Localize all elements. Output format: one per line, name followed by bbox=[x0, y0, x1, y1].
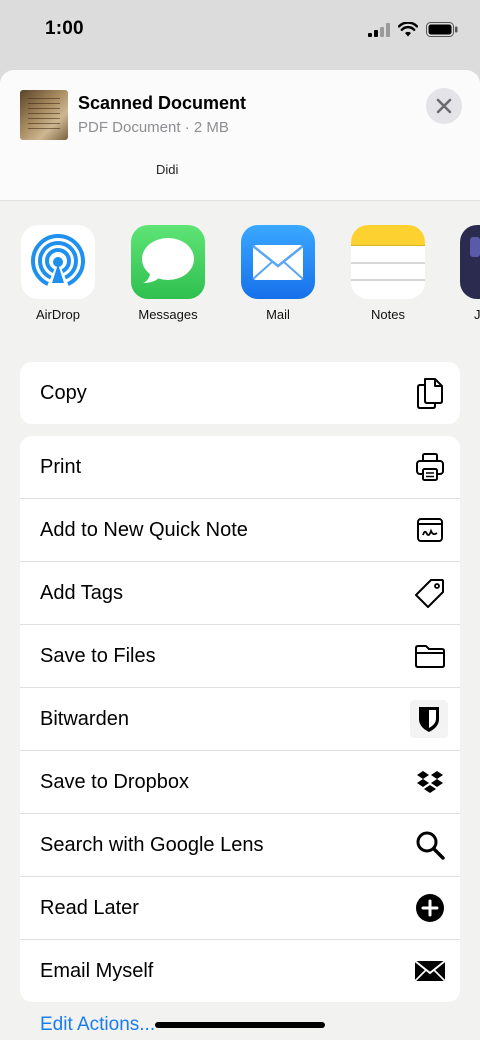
document-title: Scanned Document bbox=[78, 93, 247, 113]
notes-icon bbox=[351, 225, 425, 299]
action-label: Read Later bbox=[40, 896, 139, 919]
document-thumbnail bbox=[20, 90, 68, 140]
cellular-signal-icon bbox=[368, 22, 390, 37]
app-partial[interactable]: J bbox=[460, 225, 480, 322]
messages-icon bbox=[131, 225, 205, 299]
app-label: Notes bbox=[371, 307, 405, 322]
action-label: Save to Files bbox=[40, 644, 156, 667]
document-subtitle: PDF Document · 2 MB bbox=[78, 119, 229, 136]
share-sheet: Scanned Document PDF Document · 2 MB Did… bbox=[0, 70, 480, 1040]
close-icon bbox=[436, 98, 452, 114]
mail-icon bbox=[241, 225, 315, 299]
action-label: Email Myself bbox=[40, 959, 154, 982]
action-label: Bitwarden bbox=[40, 707, 129, 730]
app-icon bbox=[460, 225, 480, 299]
copy-icon bbox=[414, 377, 446, 409]
wifi-icon bbox=[398, 22, 418, 37]
envelope-icon bbox=[414, 955, 446, 987]
folder-icon bbox=[414, 640, 446, 672]
app-label: Mail bbox=[266, 307, 290, 322]
dropbox-icon bbox=[414, 766, 446, 798]
app-label: J bbox=[474, 307, 480, 322]
printer-icon bbox=[414, 451, 446, 483]
app-label: AirDrop bbox=[35, 307, 81, 322]
action-label: Add to New Quick Note bbox=[40, 518, 248, 541]
tag-icon bbox=[414, 577, 446, 609]
action-add-tags[interactable]: Add Tags bbox=[20, 562, 460, 625]
plus-circle-icon bbox=[414, 892, 446, 924]
airdrop-icon bbox=[21, 225, 95, 299]
action-save-to-files[interactable]: Save to Files bbox=[20, 625, 460, 688]
app-airdrop[interactable]: AirDrop bbox=[20, 225, 96, 322]
status-time: 1:00 bbox=[45, 18, 84, 39]
action-read-later[interactable]: Read Later bbox=[20, 877, 460, 940]
status-bar: 1:00 bbox=[0, 0, 480, 62]
battery-icon bbox=[426, 22, 458, 37]
actions-group-copy: Copy bbox=[20, 362, 460, 424]
search-icon bbox=[414, 829, 446, 861]
action-bitwarden[interactable]: Bitwarden bbox=[20, 688, 460, 751]
action-email-myself[interactable]: Email Myself bbox=[20, 940, 460, 1002]
apps-row: AirDrop Messages Mail Notes J bbox=[0, 225, 480, 335]
status-icons bbox=[368, 22, 458, 37]
app-notes[interactable]: Notes bbox=[350, 225, 426, 322]
action-copy[interactable]: Copy bbox=[20, 362, 460, 424]
contact-name[interactable]: Didi bbox=[156, 162, 178, 177]
app-label: Messages bbox=[138, 307, 198, 322]
people-row: Didi bbox=[0, 160, 480, 201]
action-label: Save to Dropbox bbox=[40, 770, 189, 793]
action-google-lens[interactable]: Search with Google Lens bbox=[20, 814, 460, 877]
edit-actions-link[interactable]: Edit Actions... bbox=[40, 1014, 155, 1036]
action-print[interactable]: Print bbox=[20, 436, 460, 499]
quick-note-icon bbox=[414, 514, 446, 546]
action-label: Print bbox=[40, 455, 82, 478]
actions-group: Print Add to New Quick Note Add Tags Sav… bbox=[20, 436, 460, 1002]
shield-icon bbox=[410, 700, 448, 738]
home-indicator bbox=[155, 1022, 325, 1028]
app-mail[interactable]: Mail bbox=[240, 225, 316, 322]
action-quick-note[interactable]: Add to New Quick Note bbox=[20, 499, 460, 562]
app-messages[interactable]: Messages bbox=[130, 225, 206, 322]
action-label: Copy bbox=[40, 381, 87, 404]
sheet-header: Scanned Document PDF Document · 2 MB bbox=[0, 70, 480, 161]
close-button[interactable] bbox=[426, 88, 462, 124]
action-label: Search with Google Lens bbox=[40, 833, 264, 856]
action-label: Add Tags bbox=[40, 581, 124, 604]
action-save-to-dropbox[interactable]: Save to Dropbox bbox=[20, 751, 460, 814]
